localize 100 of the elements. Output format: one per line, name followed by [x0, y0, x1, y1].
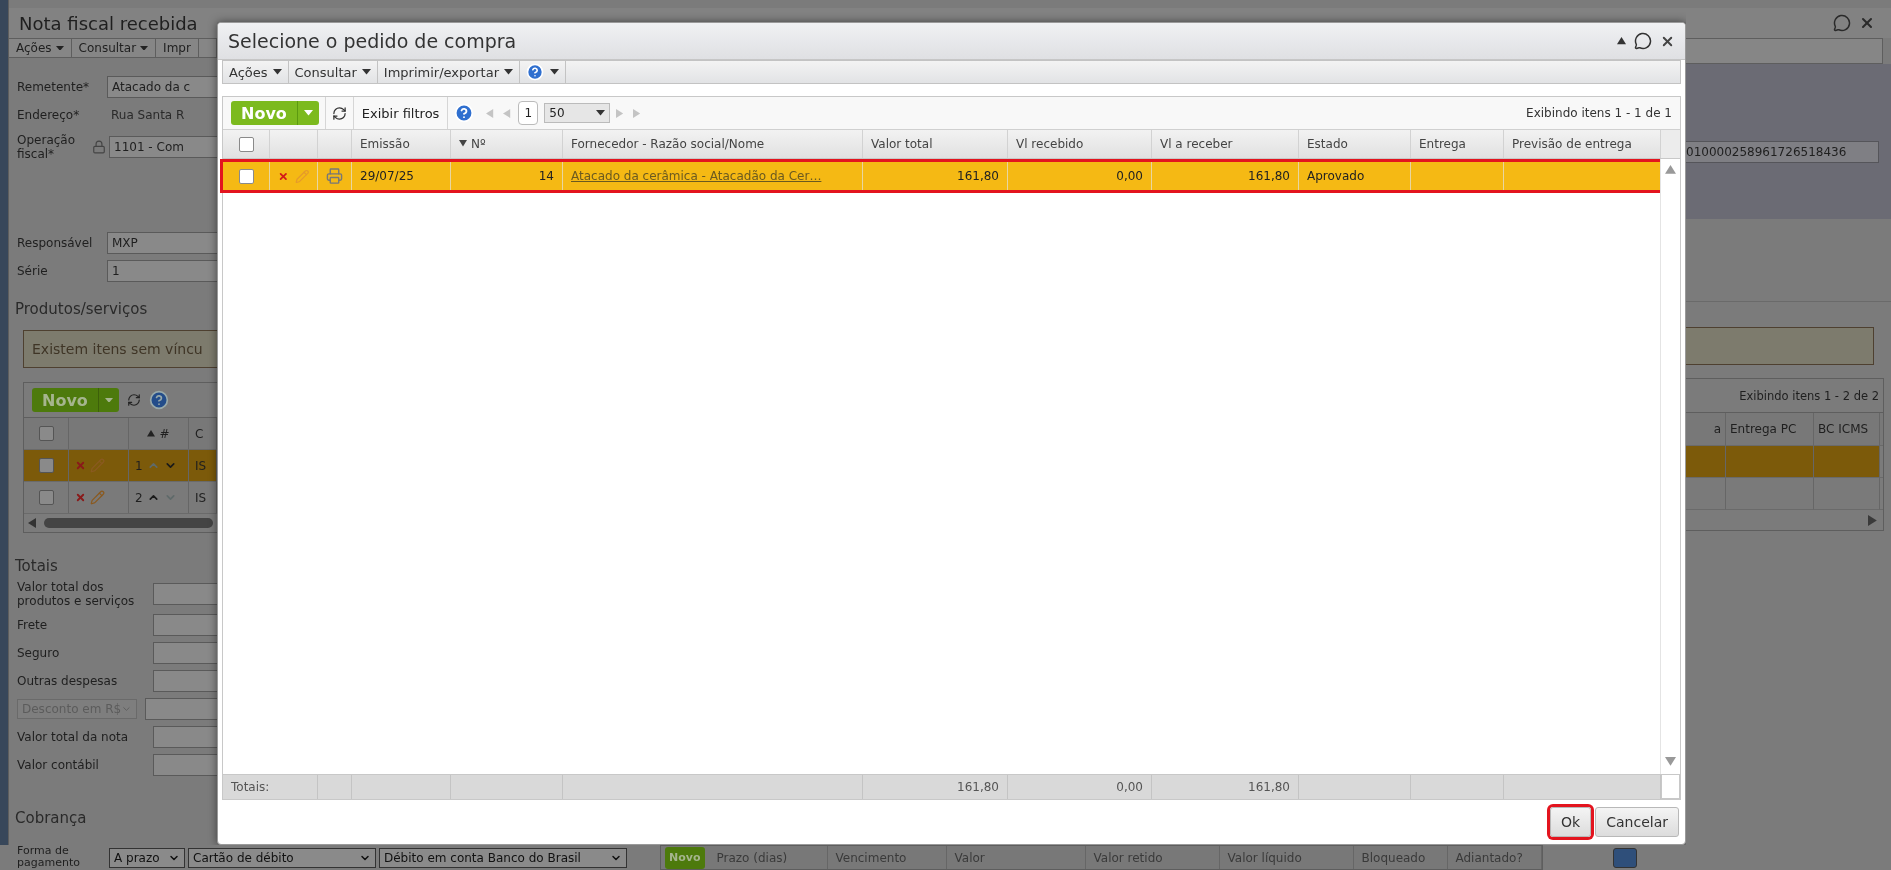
- menu-item[interactable]: Consultar: [71, 39, 157, 57]
- menu-item[interactable]: Ações: [9, 39, 72, 57]
- scroll-arrow-icon[interactable]: [1665, 165, 1676, 176]
- checkbox[interactable]: [38, 490, 54, 505]
- menu-item[interactable]: Ações: [223, 61, 289, 83]
- close-icon[interactable]: [1859, 15, 1875, 31]
- checkbox[interactable]: [38, 426, 54, 441]
- field-label: Valor total dos produtos e serviços: [17, 580, 136, 608]
- input-field[interactable]: 1: [107, 260, 217, 282]
- column-header[interactable]: Nº: [451, 130, 563, 158]
- field-label: Seguro: [17, 646, 61, 660]
- collapse-icon[interactable]: [1617, 36, 1626, 46]
- filters-button[interactable]: Exibir filtros: [359, 105, 442, 121]
- field-label: Forma de pagamento: [17, 845, 81, 870]
- section-title: Cobrança: [14, 809, 88, 827]
- checkbox[interactable]: [238, 136, 254, 152]
- menu-item[interactable]: Imprimir/exportar: [377, 61, 520, 83]
- column-header[interactable]: #: [129, 418, 189, 449]
- caret-icon: [504, 69, 513, 75]
- field-label: Endereço*: [17, 108, 81, 122]
- scroll-arrow-icon[interactable]: [1665, 757, 1676, 768]
- table-cell: 161,80: [1152, 162, 1299, 190]
- dialog-button[interactable]: Cancelar: [1595, 807, 1679, 837]
- row-number: 1: [135, 458, 143, 473]
- sort-icon[interactable]: [459, 140, 467, 148]
- table-cell: 161,80: [1152, 775, 1299, 799]
- help-icon[interactable]: [148, 390, 169, 410]
- sort-icon[interactable]: [147, 429, 156, 438]
- caret-icon: [303, 110, 313, 116]
- alert-message: Existem itens sem víncu: [23, 330, 217, 368]
- caret-icon: [361, 69, 371, 75]
- column-header[interactable]: Valor retido: [1085, 846, 1220, 869]
- scroll-arrow-icon[interactable]: [1868, 514, 1879, 526]
- caret-icon: [550, 69, 559, 75]
- column-header[interactable]: Emissão: [352, 130, 451, 158]
- last-page-icon[interactable]: [633, 108, 643, 118]
- delete-icon[interactable]: [75, 492, 86, 503]
- column-header[interactable]: Vl recebido: [1008, 130, 1152, 158]
- input-field[interactable]: Atacado da c: [107, 76, 217, 98]
- input-field[interactable]: [153, 726, 217, 748]
- printer-icon[interactable]: [326, 167, 343, 185]
- first-page-icon[interactable]: [486, 108, 496, 118]
- table-cell: 29/07/25: [352, 162, 451, 190]
- column-header[interactable]: Vl a receber: [1152, 130, 1299, 158]
- dialog-button[interactable]: Ok: [1550, 807, 1592, 837]
- table-cell: 0,00: [1008, 162, 1152, 190]
- previous-page-icon[interactable]: [503, 108, 513, 118]
- checkbox[interactable]: [238, 168, 254, 184]
- select-field[interactable]: Débito em conta Banco do Brasil: [379, 847, 627, 868]
- column-header[interactable]: Valor líquido: [1219, 846, 1354, 869]
- column-header[interactable]: Bloqueado: [1353, 846, 1448, 869]
- input-field[interactable]: [153, 754, 217, 776]
- table-cell: 161,80: [863, 162, 1008, 190]
- window-title: Nota fiscal recebida: [19, 12, 198, 34]
- select-field[interactable]: A prazo: [109, 847, 185, 868]
- column-header[interactable]: Valor: [946, 846, 1086, 869]
- column-header[interactable]: Entrega: [1411, 130, 1504, 158]
- pencil-icon[interactable]: [90, 490, 105, 505]
- caret-icon: [596, 110, 606, 116]
- input-field[interactable]: [153, 583, 217, 605]
- caret-icon: [104, 397, 113, 403]
- input-field[interactable]: 010000258961726518436: [1686, 141, 1879, 163]
- column-header[interactable]: Valor total: [863, 130, 1008, 158]
- next-page-icon[interactable]: [616, 108, 626, 118]
- lock-icon: [92, 140, 106, 154]
- checkbox[interactable]: [38, 458, 54, 473]
- supplier-link[interactable]: Atacado da cerâmica - Atacadão da Cer…: [571, 169, 822, 183]
- refresh-icon[interactable]: [331, 105, 347, 121]
- input-field[interactable]: [145, 698, 217, 720]
- table-row[interactable]: 2 IS: [24, 482, 217, 514]
- column-header[interactable]: Estado: [1299, 130, 1411, 158]
- column-header[interactable]: Prazo (dias): [708, 846, 828, 869]
- page-number-field[interactable]: 1: [518, 101, 539, 125]
- scroll-arrow-icon[interactable]: [28, 518, 38, 528]
- input-field[interactable]: [153, 642, 217, 664]
- select-field[interactable]: Cartão de débito: [188, 847, 376, 868]
- chat-icon[interactable]: [1634, 32, 1652, 50]
- column-header[interactable]: Adiantado?: [1447, 846, 1542, 869]
- delete-icon[interactable]: [75, 460, 86, 471]
- menu-item[interactable]: Impr: [156, 39, 199, 57]
- page-size-select[interactable]: 50: [544, 103, 611, 123]
- column-header[interactable]: Fornecedor - Razão social/Nome: [563, 130, 863, 158]
- caret-icon: [55, 45, 64, 51]
- input-field[interactable]: [153, 670, 217, 692]
- dialog-title: Selecione o pedido de compra: [228, 30, 518, 52]
- row-number: 2: [135, 490, 143, 505]
- input-field[interactable]: MXP: [107, 232, 217, 254]
- pencil-icon[interactable]: [294, 168, 309, 184]
- table-cell: 161,80: [863, 775, 1008, 799]
- field-label: Valor total da nota: [17, 730, 130, 744]
- table-row[interactable]: 1 IS: [24, 450, 217, 482]
- scrollbar-thumb[interactable]: [44, 518, 213, 528]
- input-field[interactable]: 1101 - Com: [109, 136, 217, 158]
- square-icon[interactable]: [1612, 847, 1637, 868]
- input-field[interactable]: [153, 614, 217, 636]
- column-header[interactable]: Vencimento: [827, 846, 947, 869]
- field-value: Rua Santa R: [110, 108, 185, 122]
- field-label: Frete: [17, 618, 49, 632]
- delete-icon[interactable]: [278, 170, 289, 182]
- menu-item[interactable]: Consultar: [288, 61, 378, 83]
